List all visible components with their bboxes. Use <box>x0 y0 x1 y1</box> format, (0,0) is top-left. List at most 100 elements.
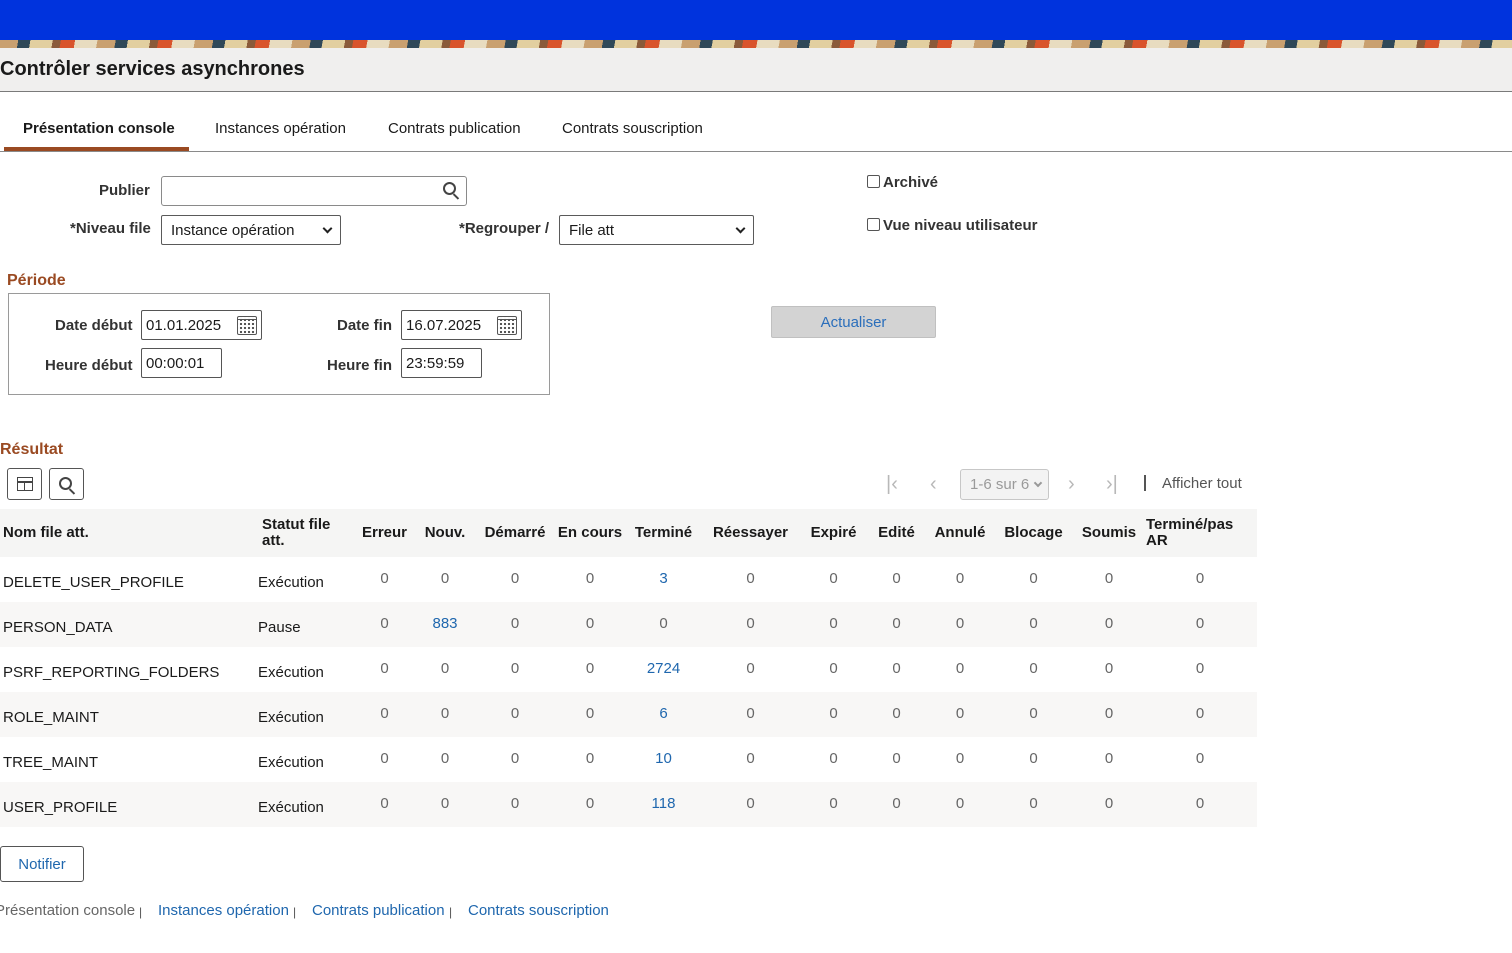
top-header-bar <box>0 0 1512 40</box>
regrouper-select[interactable]: File att <box>559 215 754 245</box>
count-cell: 0 <box>955 570 965 587</box>
calendar-icon[interactable] <box>237 315 257 335</box>
date-debut-input[interactable]: 01.01.2025 <box>141 310 262 340</box>
queue-name-cell: ROLE_MAINT <box>0 692 258 737</box>
first-page-icon[interactable]: |‹ <box>886 472 898 496</box>
vue-niveau-utilisateur-checkbox[interactable] <box>867 218 880 231</box>
tab-contrats-publication[interactable]: Contrats publication <box>388 120 521 137</box>
count-cell: 0 <box>357 692 412 737</box>
find-button[interactable] <box>49 468 84 500</box>
resultat-title: Résultat <box>0 441 64 458</box>
column-header: Blocage <box>992 509 1075 557</box>
table-header-row: Nom file att. Statut file att. Erreur No… <box>0 509 1257 557</box>
count-cell: 0 <box>746 660 755 677</box>
publier-input[interactable] <box>161 176 467 206</box>
queue-status-cell: Exécution <box>258 782 357 827</box>
count-cell: 0 <box>1029 570 1038 587</box>
count-cell: 0 <box>412 692 478 737</box>
count-cell: 0 <box>892 570 901 587</box>
count-cell: 0 <box>1104 660 1114 677</box>
count-link-cell[interactable]: 883 <box>412 602 478 647</box>
column-header: Terminé/pas AR <box>1143 509 1257 557</box>
pager-range-select[interactable]: 1-6 sur 6 <box>960 469 1049 500</box>
tab-contrats-souscription[interactable]: Contrats souscription <box>562 120 703 137</box>
count-link-cell[interactable]: 2724 <box>628 647 699 692</box>
heure-debut-input[interactable]: 00:00:01 <box>141 348 222 378</box>
count-cell: 0 <box>1029 660 1038 677</box>
date-fin-input[interactable]: 16.07.2025 <box>401 310 522 340</box>
periode-group <box>8 293 550 395</box>
count-cell: 0 <box>1029 750 1038 767</box>
heure-fin-input[interactable]: 23:59:59 <box>401 348 482 378</box>
count-link-cell[interactable]: 3 <box>628 557 699 602</box>
count-cell: 0 <box>478 782 552 827</box>
search-icon <box>59 476 72 490</box>
column-header: Nouv. <box>412 509 478 557</box>
calendar-icon[interactable] <box>497 315 517 335</box>
periode-title: Période <box>7 272 66 289</box>
chevron-down-icon <box>1033 478 1043 487</box>
table-row: DELETE_USER_PROFILE Exécution 0 0 0 0 3 0 0 0 0 0 0 0 <box>0 557 1257 602</box>
count-cell: 0 <box>1143 692 1257 737</box>
count-link-cell[interactable]: 6 <box>628 692 699 737</box>
count-cell: 0 <box>440 660 450 677</box>
pager-divider <box>1144 475 1146 491</box>
vue-niveau-utilisateur-label: Vue niveau utilisateur <box>883 217 1038 234</box>
last-page-icon[interactable]: ›| <box>1106 472 1118 496</box>
result-table: Nom file att. Statut file att. Erreur No… <box>0 509 1257 827</box>
queue-status-cell: Exécution <box>258 754 324 771</box>
count-cell: 0 <box>928 692 992 737</box>
heure-fin-label: Heure fin <box>327 357 393 374</box>
count-link-cell[interactable]: 10 <box>628 737 699 782</box>
column-header: En cours <box>552 509 628 557</box>
count-cell: 0 <box>478 692 552 737</box>
count-cell: 0 <box>478 602 552 647</box>
count-cell: 0 <box>992 602 1075 647</box>
column-header: Statut file att. <box>258 509 357 557</box>
count-cell: 0 <box>440 750 450 767</box>
count-cell: 0 <box>585 660 595 677</box>
count-cell: 0 <box>746 570 755 587</box>
count-cell: 0 <box>552 782 628 827</box>
grid-settings-icon <box>16 477 33 491</box>
afficher-tout-link[interactable]: Afficher tout <box>1162 475 1242 492</box>
count-cell: 0 <box>1075 782 1143 827</box>
count-cell: 0 <box>1195 660 1205 677</box>
search-icon[interactable] <box>443 182 456 195</box>
column-header: Terminé <box>628 509 699 557</box>
footer-link-instances-operation[interactable]: Instances opération <box>158 902 289 919</box>
table-row: PERSON_DATA Pause 0 883 0 0 0 0 0 0 0 0 0 0 <box>0 602 1257 647</box>
count-cell: 0 <box>992 692 1075 737</box>
date-debut-label: Date début <box>55 317 133 334</box>
count-cell: 0 <box>928 782 992 827</box>
date-debut-value: 01.01.2025 <box>146 316 222 334</box>
heure-fin-value: 23:59:59 <box>406 354 465 372</box>
footer-link-contrats-publication[interactable]: Contrats publication <box>312 902 445 919</box>
count-cell: 0 <box>746 750 755 767</box>
actualiser-button[interactable]: Actualiser <box>771 306 936 338</box>
notifier-button[interactable]: Notifier <box>0 846 84 882</box>
queue-status-cell: Pause <box>258 602 357 647</box>
count-link-cell[interactable]: 118 <box>628 782 699 827</box>
count-cell: 0 <box>928 602 992 647</box>
count-cell: 0 <box>829 660 838 677</box>
count-cell: 0 <box>802 692 865 737</box>
archive-checkbox[interactable] <box>867 175 880 188</box>
count-cell: 0 <box>699 692 802 737</box>
next-page-icon[interactable]: › <box>1068 472 1075 496</box>
count-cell: 0 <box>585 570 595 587</box>
footer-link-contrats-souscription[interactable]: Contrats souscription <box>468 902 609 919</box>
regrouper-label: *Regrouper / <box>459 220 550 237</box>
personalize-grid-button[interactable] <box>7 468 42 500</box>
count-cell: 0 <box>1195 570 1205 587</box>
niveau-file-select[interactable]: Instance opération <box>161 215 341 245</box>
column-header: Annulé <box>928 509 992 557</box>
previous-page-icon[interactable]: ‹ <box>930 472 937 496</box>
count-cell: 0 <box>1075 602 1143 647</box>
queue-status-cell: Exécution <box>258 692 357 737</box>
tab-presentation-console[interactable]: Présentation console <box>23 120 175 137</box>
count-cell: 0 <box>412 782 478 827</box>
tab-instances-operation[interactable]: Instances opération <box>215 120 346 137</box>
column-header: Réessayer <box>699 509 802 557</box>
column-header: Erreur <box>357 509 412 557</box>
